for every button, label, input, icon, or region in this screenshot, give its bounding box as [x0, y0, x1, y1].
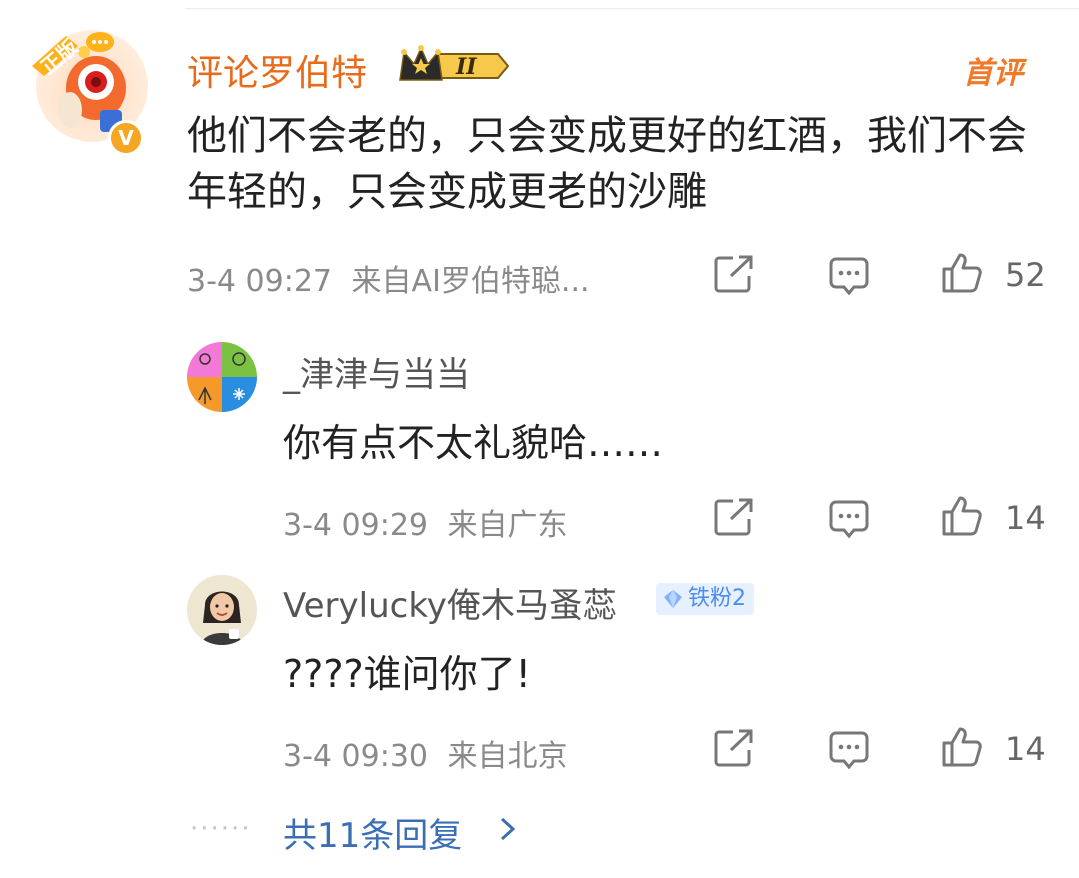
level-text: II — [455, 54, 477, 80]
fan-badge[interactable]: 铁粉2 — [656, 583, 754, 615]
reply-time: 3-4 09:30 — [283, 739, 428, 774]
comment-time: 3-4 09:27 — [187, 264, 332, 299]
more-replies-link[interactable]: 共11条回复 — [283, 808, 462, 857]
reply-time: 3-4 09:29 — [283, 508, 428, 543]
reply-button[interactable] — [828, 730, 870, 774]
reply-text: 你有点不太礼貌哈…… — [283, 421, 664, 465]
reply-source: 来自北京 — [447, 739, 568, 774]
comment-icon — [829, 500, 869, 539]
comment-text: 他们不会老的，只会变成更好的红酒，我们不会年轻的，只会变成更老的沙雕 — [187, 113, 1027, 215]
username[interactable]: _津津与当当 — [283, 347, 470, 396]
thumbs-up-icon — [942, 253, 982, 293]
four-seasons-avatar-icon — [187, 342, 257, 412]
share-icon — [714, 255, 753, 293]
chevron-right-icon[interactable] — [497, 816, 519, 842]
thumbs-up-icon — [942, 727, 982, 767]
comment-icon — [829, 731, 869, 770]
crown-icon: II — [399, 45, 510, 81]
reply-meta: 3-4 09:29 来自广东 — [283, 500, 568, 544]
avatar[interactable] — [187, 342, 257, 412]
like-button[interactable] — [941, 252, 983, 298]
like-count: 52 — [1005, 256, 1046, 294]
comment-meta: 3-4 09:27 来自AI罗伯特聪... — [187, 256, 590, 300]
thumbs-up-icon — [942, 496, 982, 536]
pendant-icon: 正版 — [32, 32, 114, 79]
reply-button[interactable] — [828, 256, 870, 300]
username[interactable]: Verylucky俺木马蚤蕊 — [283, 578, 617, 627]
avatar[interactable] — [187, 575, 257, 645]
share-icon — [714, 729, 753, 767]
fan-badge-label: 铁粉2 — [688, 586, 746, 611]
top-divider — [185, 8, 1079, 9]
share-button[interactable] — [713, 254, 755, 298]
like-count: 14 — [1005, 730, 1046, 768]
username[interactable]: 评论罗伯特 — [187, 44, 367, 96]
more-dots: ······ — [190, 814, 252, 844]
reply-text: ????谁问你了! — [283, 652, 531, 696]
share-icon — [714, 498, 753, 536]
crown-level-badge[interactable]: II — [398, 44, 510, 92]
comment-source: 来自AI罗伯特聪... — [351, 264, 590, 299]
reply-meta: 3-4 09:30 来自北京 — [283, 731, 568, 775]
diamond-icon — [664, 590, 682, 608]
like-button[interactable] — [941, 726, 983, 772]
first-comment-label: 首评 — [963, 56, 1023, 91]
reply-source: 来自广东 — [447, 508, 568, 543]
share-button[interactable] — [713, 497, 755, 541]
comment-icon — [829, 257, 869, 296]
share-button[interactable] — [713, 728, 755, 772]
first-comment-tag: 首评 — [963, 48, 1023, 92]
verified-icon: V — [108, 120, 144, 156]
person-avatar-icon — [187, 575, 257, 645]
reply-button[interactable] — [828, 499, 870, 543]
like-count: 14 — [1005, 499, 1046, 537]
like-button[interactable] — [941, 495, 983, 541]
